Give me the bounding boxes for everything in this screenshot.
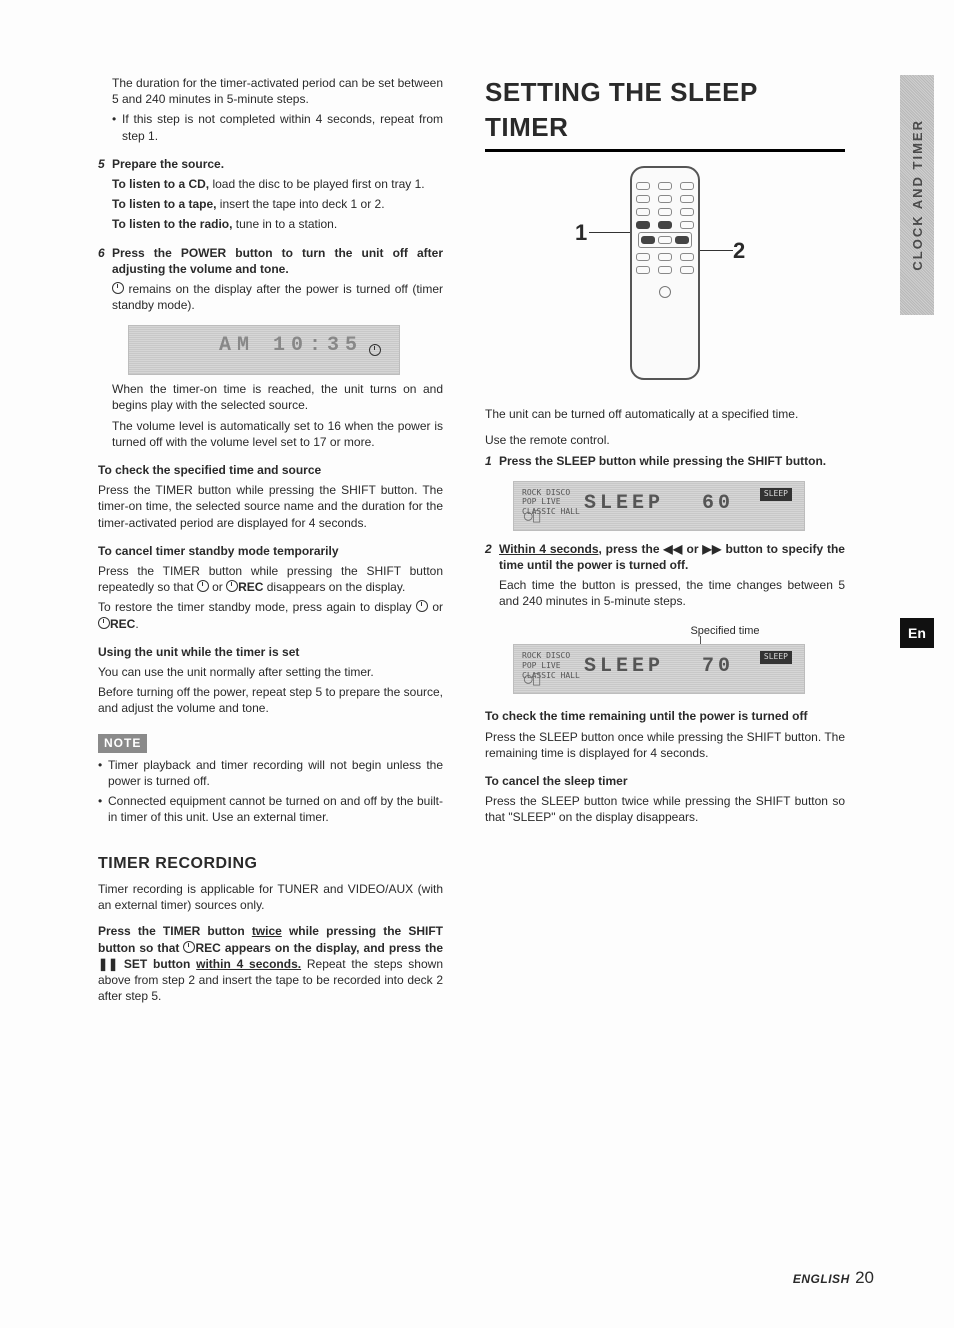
- step-repeat-note: If this step is not completed within 4 s…: [122, 111, 443, 143]
- check-time-body: Press the TIMER button while pressing th…: [98, 482, 443, 531]
- bullet-icon: •: [112, 111, 122, 147]
- callout-1: 1: [575, 218, 587, 248]
- lcd-cd-icon: ◯⃝: [524, 507, 541, 526]
- step-5-radio: To listen to the radio, tune in to a sta…: [112, 216, 443, 232]
- footer-page-number: 20: [855, 1268, 874, 1287]
- timer-recording-intro: Timer recording is applicable for TUNER …: [98, 881, 443, 913]
- note-bullet-1: Timer playback and timer recording will …: [108, 757, 443, 789]
- cancel-sleep-body: Press the SLEEP button twice while press…: [485, 793, 845, 825]
- footer-language: ENGLISH: [793, 1272, 850, 1286]
- language-tab-label: En: [908, 625, 926, 641]
- sleep-timer-title: SETTING THE SLEEP TIMER: [485, 75, 845, 152]
- remote-diagram: 1 2: [485, 166, 845, 396]
- step-5-heading: Prepare the source.: [112, 156, 443, 172]
- sleep-step-2-body: Each time the button is pressed, the tim…: [499, 577, 845, 609]
- sleep-step-1-num: 1: [485, 453, 499, 473]
- timer-on-behavior: When the timer-on time is reached, the u…: [98, 381, 443, 413]
- using-unit-heading: Using the unit while the timer is set: [98, 644, 443, 660]
- timer-icon: [98, 617, 110, 629]
- step-6-heading: Press the POWER button to turn the unit …: [112, 245, 443, 277]
- use-remote-note: Use the remote control.: [485, 432, 845, 448]
- timer-icon: [112, 282, 124, 294]
- lead-line-2: [699, 250, 733, 251]
- timer-icon: [197, 580, 209, 592]
- sleep-step-2-num: 2: [485, 541, 499, 614]
- check-remaining-body: Press the SLEEP button once while pressi…: [485, 729, 845, 761]
- lcd-timer-icon: [369, 342, 381, 361]
- left-column: The duration for the timer-activated per…: [98, 75, 443, 1008]
- volume-auto-note: The volume level is automatically set to…: [98, 418, 443, 450]
- lcd-sleep-badge: SLEEP: [760, 651, 792, 664]
- lcd-cd-icon: ◯⃝: [524, 670, 541, 689]
- lcd-display-sleep-60: ROCK DISCO POP LIVE CLASSIC HALL SLEEP 6…: [513, 481, 805, 531]
- step-6-body: remains on the display after the power i…: [112, 281, 443, 313]
- rewind-icon: ◀◀: [663, 542, 682, 556]
- lcd-display-standby: AM 10:35: [128, 325, 400, 375]
- step-number-5: 5: [98, 156, 112, 237]
- lcd-sleep-text: SLEEP: [584, 490, 664, 517]
- step-5-cd: To listen to a CD, load the disc to be p…: [112, 176, 443, 192]
- lcd-sleep-value: 70: [702, 653, 734, 680]
- lead-line-1: [589, 232, 631, 233]
- language-tab: En: [900, 618, 934, 648]
- note-bullet-2: Connected equipment cannot be turned on …: [108, 793, 443, 825]
- page-footer: ENGLISH 20: [793, 1268, 874, 1288]
- lcd-sleep-text: SLEEP: [584, 653, 664, 680]
- lcd-sleep-value: 60: [702, 490, 734, 517]
- cancel-sleep-heading: To cancel the sleep timer: [485, 773, 845, 789]
- sleep-step-1-heading: Press the SLEEP button while pressing th…: [499, 453, 845, 469]
- timer-icon: [416, 600, 428, 612]
- sleep-step-2-heading: Within 4 seconds, press the ◀◀ or ▶▶ but…: [499, 541, 845, 573]
- sleep-intro: The unit can be turned off automatically…: [485, 406, 845, 422]
- bullet-icon: •: [98, 757, 108, 793]
- forward-icon: ▶▶: [702, 542, 721, 556]
- timer-icon: [226, 580, 238, 592]
- section-tab: CLOCK AND TIMER: [900, 75, 934, 315]
- timer-recording-title: TIMER RECORDING: [98, 853, 443, 875]
- section-tab-label: CLOCK AND TIMER: [910, 119, 925, 271]
- lcd-sleep-badge: SLEEP: [760, 488, 792, 501]
- timer-icon: [183, 941, 195, 953]
- restore-standby-body: To restore the timer standby mode, press…: [98, 599, 443, 631]
- specified-time-label: Specified time: [605, 624, 845, 639]
- step-number-6: 6: [98, 245, 112, 318]
- bullet-icon: •: [98, 793, 108, 829]
- callout-2: 2: [733, 236, 745, 266]
- lcd-clock-value: AM 10:35: [219, 332, 363, 359]
- using-unit-p1: You can use the unit normally after sett…: [98, 664, 443, 680]
- timer-recording-steps: Press the TIMER button twice while press…: [98, 923, 443, 1004]
- timer-duration-text: The duration for the timer-activated per…: [98, 75, 443, 107]
- right-column: SETTING THE SLEEP TIMER 1 2 The unit can…: [485, 75, 845, 1008]
- remote-control-illustration: [630, 166, 700, 380]
- check-remaining-heading: To check the time remaining until the po…: [485, 708, 845, 724]
- using-unit-p2: Before turning off the power, repeat ste…: [98, 684, 443, 716]
- pause-icon: ❚❚: [98, 957, 118, 971]
- cancel-standby-heading: To cancel timer standby mode temporarily: [98, 543, 443, 559]
- cancel-standby-body: Press the TIMER button while pressing th…: [98, 563, 443, 595]
- check-time-heading: To check the specified time and source: [98, 462, 443, 478]
- note-label: NOTE: [98, 734, 147, 752]
- lcd-display-sleep-70: ROCK DISCO POP LIVE CLASSIC HALL SLEEP 7…: [513, 644, 805, 694]
- step-5-tape: To listen to a tape, insert the tape int…: [112, 196, 443, 212]
